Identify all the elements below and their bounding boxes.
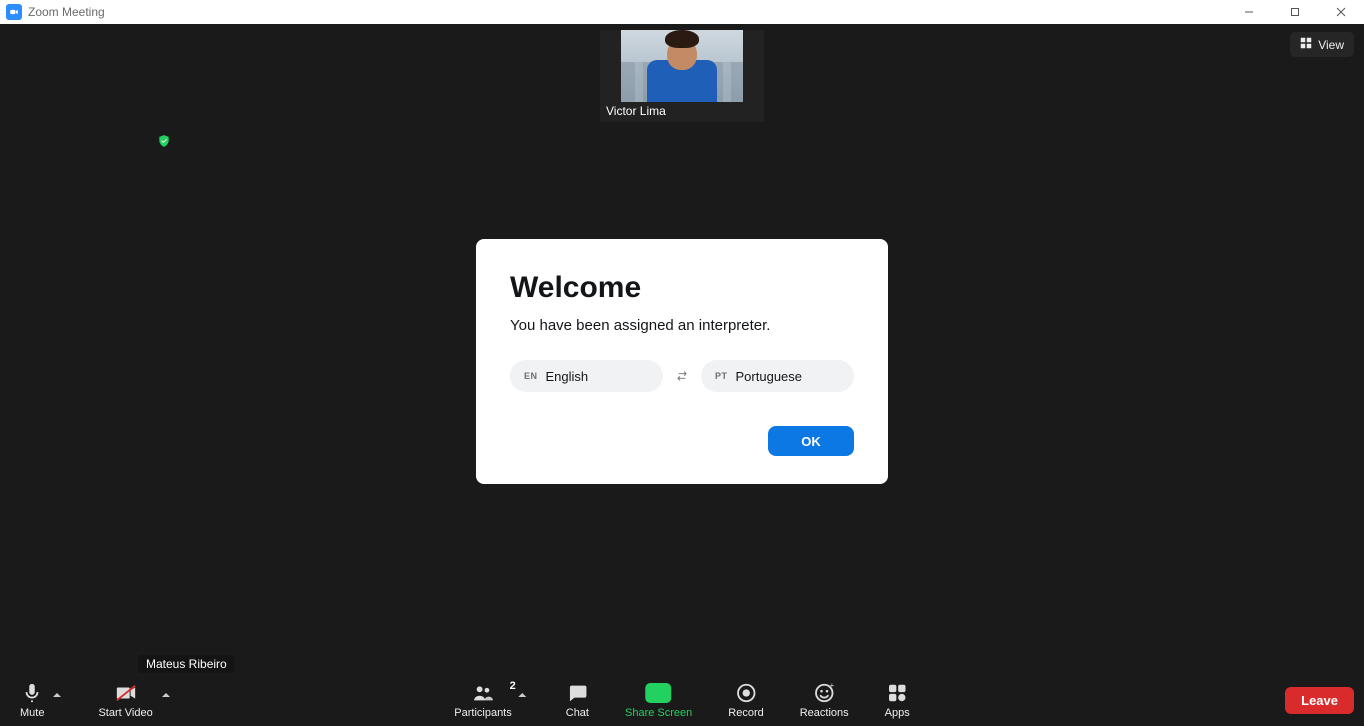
svg-text:+: + — [830, 682, 834, 690]
mute-button[interactable]: Mute — [20, 682, 44, 719]
share-screen-button[interactable]: Share Screen — [625, 682, 692, 719]
window-minimize-button[interactable] — [1226, 0, 1272, 24]
participants-count: 2 — [510, 680, 516, 692]
participants-label: Participants — [454, 707, 511, 719]
reactions-label: Reactions — [800, 707, 849, 719]
interpreter-welcome-dialog: Welcome You have been assigned an interp… — [476, 239, 888, 484]
language-to-code: PT — [715, 371, 728, 381]
grid-icon — [1300, 37, 1312, 52]
window-maximize-button[interactable] — [1272, 0, 1318, 24]
self-name-label: Mateus Ribeiro — [138, 655, 235, 673]
start-video-button[interactable]: Start Video — [98, 682, 152, 719]
view-button-label: View — [1318, 38, 1344, 52]
participants-icon — [472, 682, 494, 704]
leave-meeting-button[interactable]: Leave — [1285, 687, 1354, 714]
view-layout-button[interactable]: View — [1290, 32, 1354, 57]
dialog-ok-button[interactable]: OK — [768, 426, 854, 456]
camera-off-icon — [115, 682, 137, 704]
zoom-app-icon — [6, 4, 22, 20]
window-title: Zoom Meeting — [28, 5, 105, 19]
record-icon — [735, 682, 757, 704]
record-label: Record — [728, 707, 763, 719]
reactions-button[interactable]: + Reactions — [800, 682, 849, 719]
chat-label: Chat — [566, 707, 589, 719]
participant-name-label: Victor Lima — [600, 104, 764, 118]
apps-label: Apps — [885, 707, 910, 719]
participants-options-caret[interactable] — [516, 689, 530, 719]
window-close-button[interactable] — [1318, 0, 1364, 24]
language-from-pill[interactable]: EN English — [510, 360, 663, 392]
chat-button[interactable]: Chat — [566, 682, 589, 719]
language-from-code: EN — [524, 371, 538, 381]
meeting-toolbar: Mute Start Video — [0, 674, 1364, 726]
apps-icon — [886, 682, 908, 704]
share-screen-label: Share Screen — [625, 707, 692, 719]
record-button[interactable]: Record — [728, 682, 763, 719]
start-video-label: Start Video — [98, 707, 152, 719]
microphone-icon — [21, 682, 43, 704]
swap-languages-icon — [673, 369, 691, 383]
video-options-caret[interactable] — [159, 689, 173, 719]
language-to-name: Portuguese — [736, 369, 803, 384]
participants-button[interactable]: 2 Participants — [454, 682, 511, 719]
window-titlebar: Zoom Meeting — [0, 0, 1364, 24]
participant-thumbnail[interactable]: Victor Lima — [600, 30, 764, 122]
reactions-icon: + — [813, 682, 835, 704]
dialog-subtitle: You have been assigned an interpreter. — [510, 317, 854, 334]
dialog-title: Welcome — [510, 271, 854, 305]
share-screen-icon — [646, 682, 672, 704]
mute-label: Mute — [20, 707, 44, 719]
window-controls — [1226, 0, 1364, 24]
language-to-pill[interactable]: PT Portuguese — [701, 360, 854, 392]
meeting-area: Victor Lima View Mateus Ribeiro Welcome … — [0, 24, 1364, 726]
apps-button[interactable]: Apps — [885, 682, 910, 719]
language-from-name: English — [546, 369, 589, 384]
participant-video — [621, 30, 743, 102]
encryption-shield-icon[interactable] — [155, 132, 173, 150]
chat-icon — [566, 682, 588, 704]
language-pair-row: EN English PT Portuguese — [510, 360, 854, 392]
audio-options-caret[interactable] — [50, 689, 64, 719]
